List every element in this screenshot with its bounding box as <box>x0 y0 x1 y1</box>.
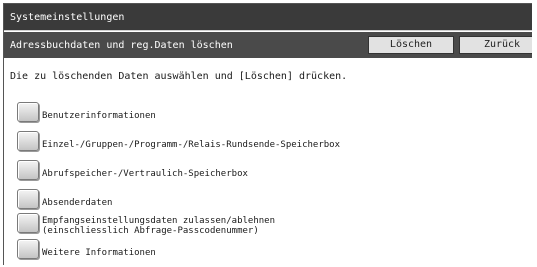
option-label: Empfangseinstellungsdaten zulassen/ableh… <box>42 216 275 236</box>
checkbox[interactable] <box>17 131 39 151</box>
settings-screen: Systemeinstellungen Adressbuchdaten und … <box>3 3 532 265</box>
checkbox[interactable] <box>17 213 39 233</box>
window-title: Systemeinstellungen <box>10 12 125 23</box>
checkbox[interactable] <box>17 160 39 180</box>
back-button[interactable]: Zurück <box>459 36 532 54</box>
option-sender-data[interactable]: Absenderdaten <box>17 189 527 213</box>
option-further-info[interactable]: Weitere Informationen <box>17 239 527 263</box>
option-label: Benutzerinformationen <box>42 111 156 121</box>
checkbox[interactable] <box>17 189 39 209</box>
delete-button[interactable]: Löschen <box>368 36 454 54</box>
option-memory-box[interactable]: Einzel-/Gruppen-/Programm-/Relais-Rundse… <box>17 131 527 155</box>
option-user-info[interactable]: Benutzerinformationen <box>17 102 527 126</box>
option-label-line2: (einschliesslich Abfrage-Passcodenummer) <box>42 226 259 236</box>
option-label: Einzel-/Gruppen-/Programm-/Relais-Rundse… <box>42 140 341 150</box>
header-bar: Adressbuchdaten und reg.Daten löschen Lö… <box>4 32 532 58</box>
page-subtitle: Adressbuchdaten und reg.Daten löschen <box>10 40 233 51</box>
checkbox[interactable] <box>17 102 39 122</box>
option-label-line1: Empfangseinstellungsdaten zulassen/ableh… <box>42 216 275 226</box>
title-bar: Systemeinstellungen <box>4 4 532 31</box>
option-label: Abrufspeicher-/Vertraulich-Speicherbox <box>42 169 248 179</box>
instruction-text: Die zu löschenden Daten auswählen und [L… <box>10 71 348 82</box>
option-reception-settings[interactable]: Empfangseinstellungsdaten zulassen/ableh… <box>17 213 527 237</box>
option-label: Absenderdaten <box>42 198 113 208</box>
option-label: Weitere Informationen <box>42 248 156 258</box>
option-polling-confidential-box[interactable]: Abrufspeicher-/Vertraulich-Speicherbox <box>17 160 527 184</box>
checkbox[interactable] <box>17 239 39 259</box>
